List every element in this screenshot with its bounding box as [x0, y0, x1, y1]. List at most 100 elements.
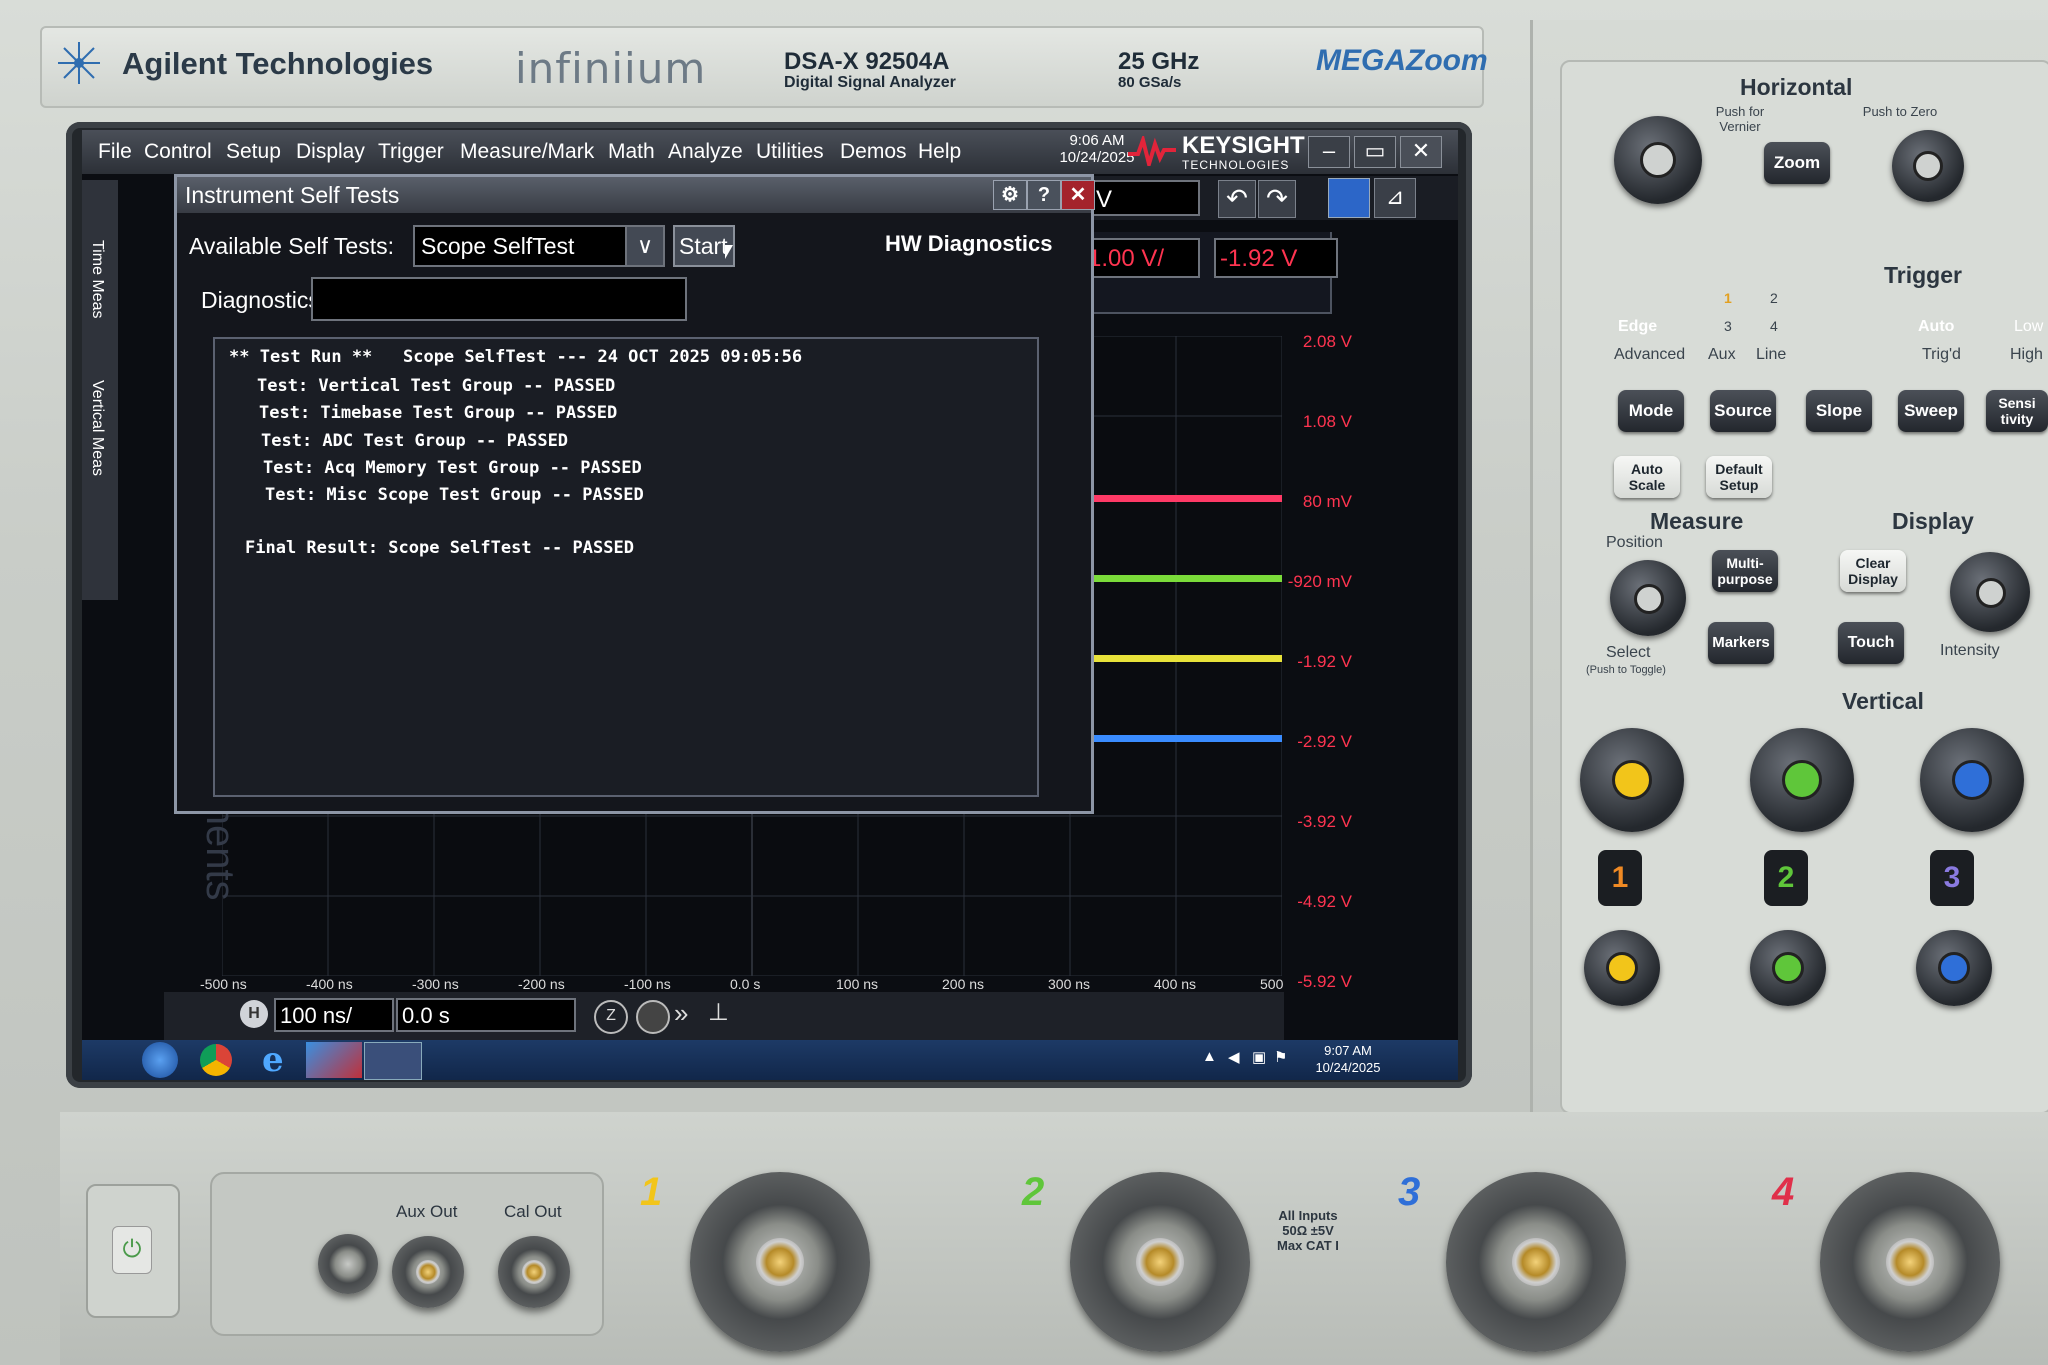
intensity-knob[interactable]: [1950, 552, 2030, 632]
mode-button[interactable]: Mode: [1618, 390, 1684, 432]
available-tests-label: Available Self Tests:: [189, 233, 394, 259]
tab-time-meas[interactable]: Time Meas: [88, 240, 106, 319]
ch2-offset-knob[interactable]: [1750, 930, 1826, 1006]
sweep-button[interactable]: Sweep: [1898, 390, 1964, 432]
slope-button[interactable]: Slope: [1806, 390, 1872, 432]
power-icon: ⏻: [112, 1226, 152, 1274]
ch4-input-connector[interactable]: [1820, 1172, 2000, 1352]
multi-purpose-button[interactable]: Multi- purpose: [1712, 550, 1778, 592]
input-warning-label: All Inputs 50Ω ±5V Max CAT I: [1277, 1208, 1339, 1253]
ch3-input-connector[interactable]: [1446, 1172, 1626, 1352]
cal-out-label: Cal Out: [504, 1202, 562, 1221]
timebase-position-field[interactable]: 0.0 s: [396, 998, 576, 1032]
flag-icon[interactable]: ⚑: [1274, 1048, 1287, 1066]
fast-forward-icon[interactable]: »: [674, 998, 688, 1029]
tray-arrow-icon[interactable]: ▲: [1202, 1048, 1217, 1065]
bandwidth-label: 25 GHz: [1118, 48, 1200, 75]
y-axis-tick-label: -920 mV: [1287, 572, 1352, 591]
y-axis-tick-label: -3.92 V: [1297, 812, 1352, 831]
x-axis-tick-label: 0.0 s: [730, 976, 761, 992]
x-axis-tick-label: 200 ns: [942, 976, 985, 992]
channel4-scale-field[interactable]: 1.00 V/: [1082, 238, 1200, 278]
aux-out-connector[interactable]: [392, 1236, 464, 1308]
menu-file[interactable]: File: [98, 140, 132, 164]
start-orb-icon[interactable]: [142, 1042, 178, 1078]
trig-src-2: 2: [1770, 290, 1778, 306]
maximize-button[interactable]: ▭: [1354, 136, 1396, 168]
ch2-scale-knob[interactable]: [1750, 728, 1854, 832]
auto-scale-button[interactable]: Auto Scale: [1614, 456, 1680, 498]
infiniium-app-icon[interactable]: [364, 1042, 422, 1080]
menu-control[interactable]: Control: [144, 140, 212, 164]
horizontal-badge[interactable]: H: [240, 1000, 268, 1028]
internet-explorer-icon[interactable]: e: [262, 1040, 284, 1080]
touch-button[interactable]: Touch: [1838, 622, 1904, 664]
network-icon[interactable]: ▣: [1252, 1048, 1266, 1066]
measure-delta-icon[interactable]: ⊿: [1374, 178, 1416, 218]
source-button[interactable]: Source: [1710, 390, 1776, 432]
tray-time: 9:07 AM: [1324, 1043, 1372, 1058]
menu-display[interactable]: Display: [296, 140, 365, 164]
model-description: Digital Signal Analyzer: [784, 74, 956, 91]
agilent-spark-logo-icon: [58, 42, 100, 84]
channel4-offset-field[interactable]: -1.92 V: [1214, 238, 1338, 278]
ch3-scale-knob[interactable]: [1920, 728, 2024, 832]
y-axis-tick-label: -2.92 V: [1297, 732, 1352, 751]
ch3-offset-knob[interactable]: [1916, 930, 1992, 1006]
channel1-button[interactable]: 1: [1598, 850, 1642, 906]
menu-demos[interactable]: Demos: [840, 140, 907, 164]
channel3-button[interactable]: 3: [1930, 850, 1974, 906]
help-icon[interactable]: ?: [1027, 180, 1061, 210]
redo-icon[interactable]: ↷: [1258, 180, 1296, 218]
tray-clock[interactable]: 9:07 AM 10/24/2025: [1298, 1042, 1398, 1076]
menu-measure-mark[interactable]: Measure/Mark: [460, 140, 594, 164]
select-sub-label: (Push to Toggle): [1586, 664, 1666, 676]
y-axis-tick-label: 80 mV: [1302, 492, 1352, 511]
menu-setup[interactable]: Setup: [226, 140, 281, 164]
ch1-input-connector[interactable]: [690, 1172, 870, 1352]
menu-utilities[interactable]: Utilities: [756, 140, 824, 164]
default-setup-button[interactable]: Default Setup: [1706, 456, 1772, 498]
horizontal-scale-knob[interactable]: [1614, 116, 1702, 204]
cal-out-connector[interactable]: [498, 1236, 570, 1308]
horizontal-position-knob[interactable]: [1892, 130, 1964, 202]
hw-diagnostics-link[interactable]: HW Diagnostics: [885, 231, 1052, 257]
dialog-title-bar[interactable]: Instrument Self Tests ⚙ ? ✕: [177, 177, 1095, 213]
minimize-button[interactable]: –: [1308, 136, 1350, 168]
final-result-line: Final Result: Scope SelfTest -- PASSED: [245, 538, 634, 558]
diagnostics-field[interactable]: [311, 277, 687, 321]
chevron-down-icon[interactable]: ∨: [625, 225, 665, 267]
menu-trigger[interactable]: Trigger: [378, 140, 444, 164]
power-button[interactable]: ⏻: [86, 1184, 180, 1318]
ch1-scale-knob[interactable]: [1580, 728, 1684, 832]
pin-icon[interactable]: ⊥: [708, 998, 729, 1027]
speaker-icon[interactable]: ◀: [1228, 1048, 1240, 1066]
acquisition-icon[interactable]: [636, 1000, 670, 1034]
markers-button[interactable]: Markers: [1708, 622, 1774, 664]
ground-terminal[interactable]: [318, 1234, 378, 1294]
close-icon[interactable]: ✕: [1400, 136, 1442, 168]
ch1-offset-knob[interactable]: [1584, 930, 1660, 1006]
chrome-icon[interactable]: [200, 1044, 232, 1076]
menu-analyze[interactable]: Analyze: [668, 140, 743, 164]
tab-vertical-meas[interactable]: Vertical Meas: [88, 380, 106, 476]
result-line: Test: ADC Test Group -- PASSED: [261, 431, 569, 451]
menu-help[interactable]: Help: [918, 140, 961, 164]
settings-gear-icon[interactable]: ⚙: [993, 180, 1027, 210]
sensitivity-button[interactable]: Sensi tivity: [1986, 390, 2048, 432]
zoom-button[interactable]: Zoom: [1764, 142, 1830, 184]
channel2-button[interactable]: 2: [1764, 850, 1808, 906]
measure-position-knob[interactable]: [1610, 560, 1686, 636]
timebase-scale-field[interactable]: 100 ns/: [274, 998, 394, 1032]
ch2-input-connector[interactable]: [1070, 1172, 1250, 1352]
app-icon[interactable]: [306, 1042, 362, 1078]
menu-math[interactable]: Math: [608, 140, 655, 164]
clear-display-button[interactable]: Clear Display: [1840, 550, 1906, 592]
dialog-close-icon[interactable]: ✕: [1061, 180, 1095, 210]
undo-icon[interactable]: ↶: [1218, 180, 1256, 218]
oscilloscope-screen: File Control Setup Display Trigger Measu…: [82, 130, 1458, 1080]
zoom-box-icon[interactable]: [1328, 178, 1370, 218]
zoom-toggle-icon[interactable]: Z: [594, 1000, 628, 1034]
mouse-cursor-icon: [725, 245, 733, 259]
keysight-wave-icon: [1128, 136, 1176, 166]
